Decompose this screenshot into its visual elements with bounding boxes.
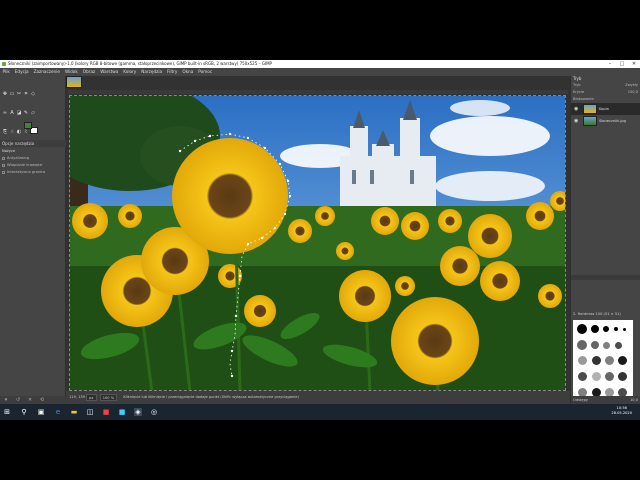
menu-image[interactable]: Obraz (80, 68, 97, 76)
windows-taskbar: ⊞ ⚲ ▣ e ▬ ◫ ■ ■ ◈ ◎ 10:56 28.05.2020 (0, 404, 640, 420)
toolbox: ✥▭✂⌗◇ ≈A◪✎▱ ⎘☝◐⌇⌖ Opcje narzędzia Nożyce… (0, 76, 66, 404)
save-options-icon[interactable]: ▾ (0, 396, 12, 404)
menu-file[interactable]: Plik (0, 68, 12, 76)
lock-row: Blokowanie: (571, 96, 640, 103)
dock-tab-label: Tryb (573, 76, 582, 81)
spacing-label: Odstępy (573, 398, 589, 402)
checkbox-icon[interactable] (2, 163, 5, 167)
spacing-value[interactable]: 10,0 (630, 396, 638, 404)
menu-bar: Plik Edycja Zaznaczenie Widok Obraz Warstwa Ko… (0, 68, 640, 76)
app-icon[interactable]: ■ (118, 408, 126, 416)
top-ruler (68, 90, 568, 94)
edge-browser-icon[interactable]: e (54, 408, 62, 416)
canvas-area: 115, 139 px 100 % Kliknięcie lub kliknię… (66, 76, 570, 404)
system-clock[interactable]: 10:56 28.05.2020 (611, 406, 632, 416)
sunflower-photo (70, 96, 565, 390)
interactive-boundary-option[interactable]: Interaktywna granica (2, 169, 64, 176)
layer-mode-row[interactable]: Tryb Zwykły (571, 82, 640, 89)
app-icon[interactable]: ■ (102, 408, 110, 416)
warp-tool-icon[interactable]: ≈ (2, 110, 8, 116)
mode-value[interactable]: Zwykły (625, 82, 638, 89)
clock-date: 28.05.2020 (611, 411, 632, 415)
crop-tool-icon[interactable]: ⌗ (23, 91, 29, 97)
feather-edges-option[interactable]: Wtapianie krawędzi (2, 162, 64, 169)
dodge-tool-icon[interactable]: ◐ (16, 129, 22, 135)
smudge-tool-icon[interactable]: ☝ (9, 129, 15, 135)
menu-view[interactable]: Widok (62, 68, 80, 76)
search-icon[interactable]: ⚲ (20, 408, 28, 416)
menu-tools[interactable]: Narzędzia (139, 68, 165, 76)
paintbrush-tool-icon[interactable]: ✎ (23, 110, 29, 116)
layer-item[interactable]: ◉ Kopia (571, 103, 640, 115)
layer-thumbnail (583, 104, 597, 114)
gimp-taskbar-icon[interactable]: ◈ (134, 408, 142, 416)
delete-options-icon[interactable]: ✕ (24, 396, 36, 404)
windows-start-icon[interactable]: ⊞ (3, 408, 11, 416)
option-label: Interaktywna granica (7, 170, 46, 174)
scissors-tool-icon[interactable]: ✂ (16, 91, 22, 97)
menu-layer[interactable]: Warstwa (98, 68, 121, 76)
opacity-label: Krycie (573, 90, 585, 94)
layer-name: Kopia (599, 107, 609, 111)
image-canvas[interactable] (69, 95, 566, 391)
toolbox-bottom-bar: ▾ ↺ ✕ ⟲ (0, 396, 66, 404)
layer-item[interactable]: ◉ Słoneczniki.jpg (571, 115, 640, 127)
menu-colors[interactable]: Kolory (121, 68, 139, 76)
foreground-color-swatch[interactable] (24, 122, 32, 129)
menu-filters[interactable]: Filtry (165, 68, 180, 76)
fg-bg-colors[interactable] (24, 122, 40, 136)
gimp-app-icon (2, 62, 6, 66)
menu-windows[interactable]: Okna (180, 68, 196, 76)
clone-tool-icon[interactable]: ⎘ (2, 129, 8, 135)
option-label: Wtapianie krawędzi (7, 163, 43, 167)
tool-name: Nożyce (2, 149, 16, 153)
restore-options-icon[interactable]: ↺ (12, 396, 24, 404)
option-label: Antyaliasing (7, 156, 30, 160)
opacity-value[interactable]: 100,0 (628, 89, 638, 96)
image-tab-thumbnail[interactable] (66, 76, 82, 88)
visibility-eye-icon[interactable]: ◉ (574, 106, 578, 112)
fill-tool-icon[interactable]: ◪ (16, 110, 22, 116)
layer-name: Słoneczniki.jpg (599, 119, 626, 123)
tool-options: Nożyce Antyaliasing Wtapianie krawędzi I… (2, 148, 64, 176)
store-icon[interactable]: ◫ (86, 408, 94, 416)
gimp-window: Słoneczniki (zaimportowany)-1.0 (kolory … (0, 60, 640, 420)
zoom-select[interactable]: 100 % (99, 393, 118, 401)
visibility-eye-icon[interactable]: ◉ (574, 118, 578, 124)
title-bar: Słoneczniki (zaimportowany)-1.0 (kolory … (0, 60, 640, 68)
maximize-button[interactable]: □ (616, 60, 628, 68)
window-title: Słoneczniki (zaimportowany)-1.0 (kolory … (8, 61, 272, 66)
mode-label: Tryb (573, 83, 581, 87)
checkbox-icon[interactable] (2, 170, 5, 174)
lock-label: Blokowanie: (573, 97, 595, 101)
status-message: Kliknięcie lub kliknięcie i przeciągnięc… (123, 395, 299, 399)
brush-spacing-row[interactable]: Odstępy 10,0 (571, 396, 640, 404)
close-button[interactable]: ✕ (628, 60, 640, 68)
status-bar: 115, 139 px 100 % Kliknięcie lub kliknię… (66, 391, 570, 404)
layer-thumbnail (583, 116, 597, 126)
brush-title: 2. Hardness 100 (51 × 51) (573, 312, 621, 316)
unit-select[interactable]: px (86, 393, 97, 401)
menu-edit[interactable]: Edycja (12, 68, 31, 76)
task-view-icon[interactable]: ▣ (37, 408, 45, 416)
file-explorer-icon[interactable]: ▬ (70, 408, 78, 416)
pointer-coordinates: 115, 139 (69, 395, 86, 399)
move-tool-icon[interactable]: ✥ (2, 91, 8, 97)
right-dock: Tryb Tryb Zwykły Krycie 100,0 Blokowanie… (570, 76, 640, 420)
layers-bottom-bar (571, 275, 640, 280)
menu-help[interactable]: Pomoc (196, 68, 215, 76)
checkbox-icon[interactable] (2, 156, 5, 160)
text-tool-icon[interactable]: A (9, 110, 15, 116)
antialiasing-option[interactable]: Antyaliasing (2, 155, 64, 162)
reset-options-icon[interactable]: ⟲ (36, 396, 48, 404)
eraser-tool-icon[interactable]: ▱ (30, 110, 36, 116)
opacity-row[interactable]: Krycie 100,0 (571, 89, 640, 96)
menu-select[interactable]: Zaznaczenie (31, 68, 62, 76)
tool-options-header: Opcje narzędzia (0, 140, 66, 147)
minimize-button[interactable]: – (604, 60, 616, 68)
app-icon[interactable]: ◎ (150, 408, 158, 416)
rect-select-tool-icon[interactable]: ▭ (9, 91, 15, 97)
unified-transform-tool-icon[interactable]: ◇ (30, 91, 36, 97)
